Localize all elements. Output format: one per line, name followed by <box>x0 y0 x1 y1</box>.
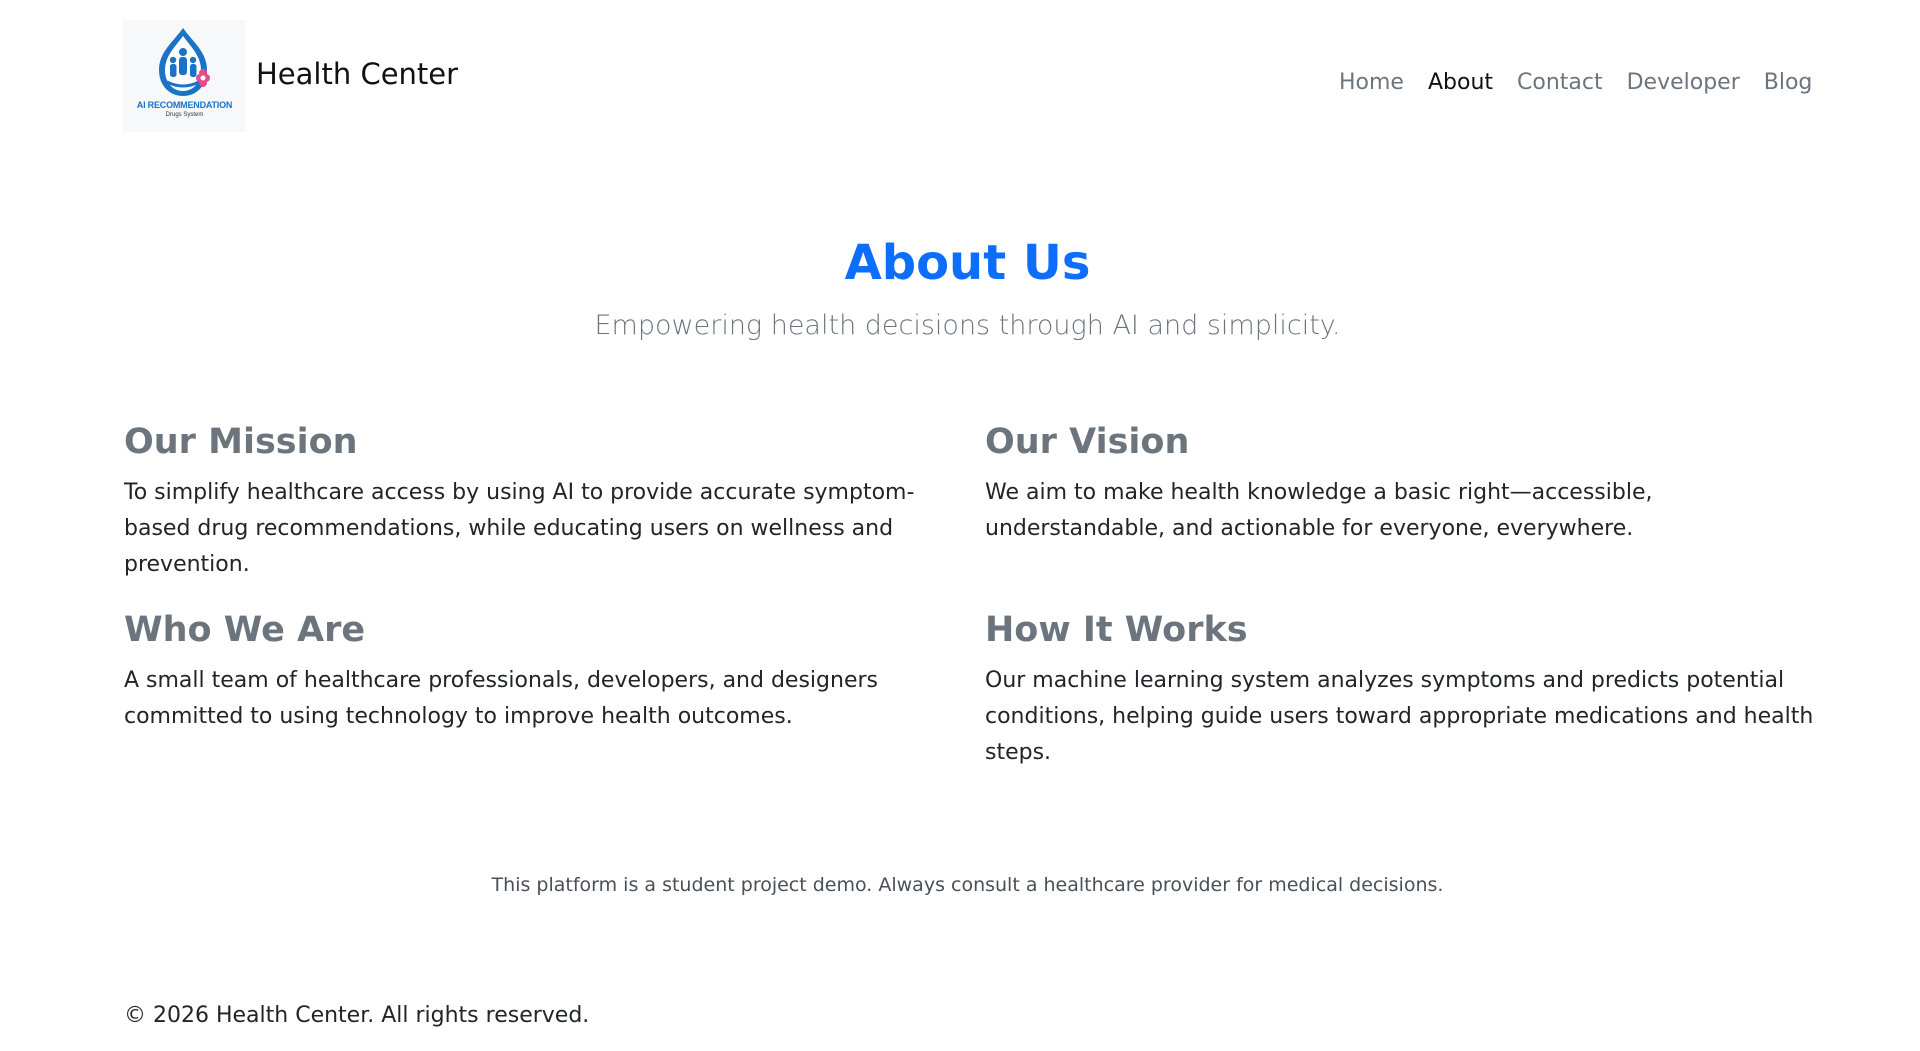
disclaimer-text: This platform is a student project demo.… <box>491 874 1444 896</box>
nav-about[interactable]: About <box>1416 66 1505 100</box>
nav-home[interactable]: Home <box>1327 66 1416 100</box>
nav-developer[interactable]: Developer <box>1615 66 1752 100</box>
how-it-works-section: How It Works Our machine learning system… <box>985 607 1815 771</box>
nav-blog[interactable]: Blog <box>1752 66 1825 100</box>
mission-body: To simplify healthcare access by using A… <box>124 480 915 577</box>
nav-links: Home About Contact Developer Blog <box>1327 66 1824 100</box>
vision-body: We aim to make health knowledge a basic … <box>985 480 1653 541</box>
page-subtitle: Empowering health decisions through AI a… <box>594 310 1341 341</box>
navbar: AI RECOMMENDATION Drugs System Health Ce… <box>0 0 1920 140</box>
copyright-text: © 2026 Health Center. All rights reserve… <box>124 1003 590 1028</box>
how-it-works-heading: How It Works <box>985 610 1248 650</box>
mission-heading: Our Mission <box>124 422 358 462</box>
vision-section: Our Vision We aim to make health knowled… <box>985 419 1815 547</box>
page-title: About Us <box>844 235 1091 291</box>
how-it-works-body: Our machine learning system analyzes sym… <box>985 668 1814 765</box>
who-we-are-body: A small team of healthcare professionals… <box>124 668 878 729</box>
mission-section: Our Mission To simplify healthcare acces… <box>124 419 954 583</box>
logo-subtitle: Drugs System <box>165 112 204 118</box>
who-we-are-section: Who We Are A small team of healthcare pr… <box>124 607 954 735</box>
main-nav: Home About Contact Developer Blog <box>0 66 1920 106</box>
footer: © 2026 Health Center. All rights reserve… <box>124 1000 589 1032</box>
nav-contact[interactable]: Contact <box>1505 66 1615 100</box>
vision-heading: Our Vision <box>985 422 1190 462</box>
about-page: AI RECOMMENDATION Drugs System Health Ce… <box>0 0 1920 1051</box>
who-we-are-heading: Who We Are <box>124 610 366 650</box>
